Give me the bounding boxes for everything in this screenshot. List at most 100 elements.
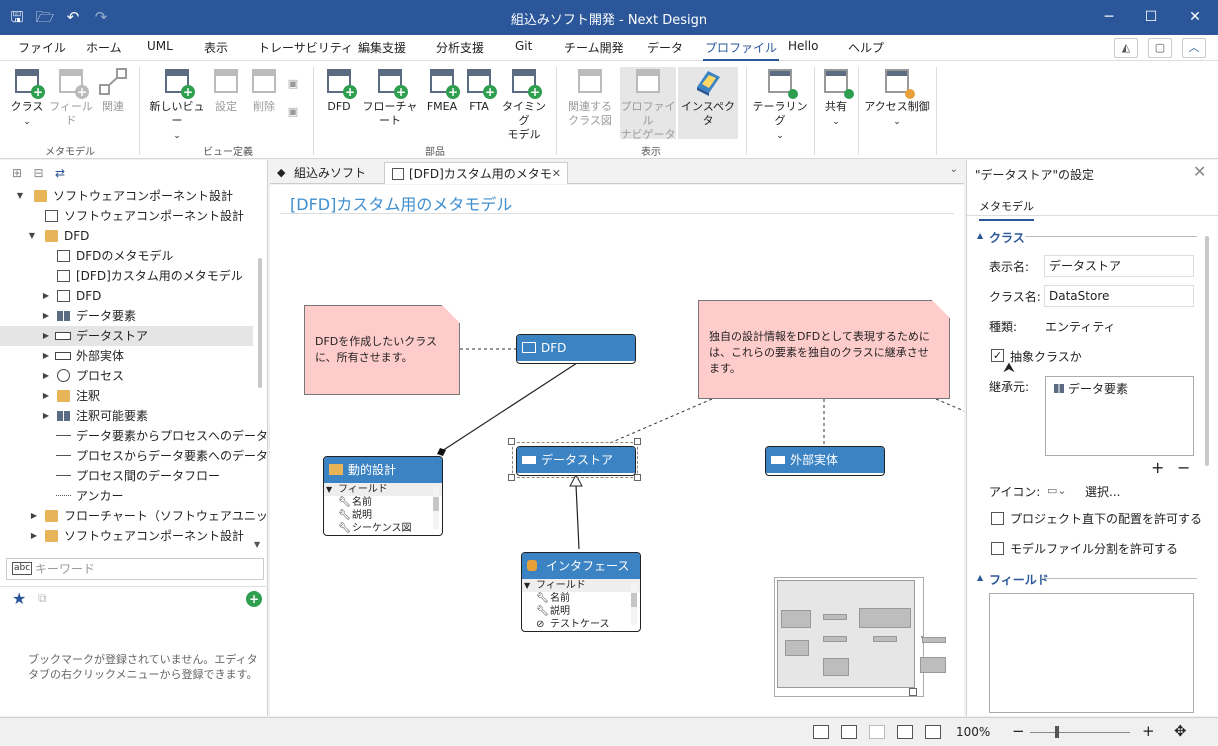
timing-model-button[interactable]: + タイミング モデル: [500, 67, 548, 142]
node-datastore[interactable]: データストア: [516, 446, 636, 476]
tree-item-flow-data-to-process[interactable]: データ要素からプロセスへのデータフロー: [0, 426, 304, 446]
tree-search-input[interactable]: abc キーワード: [6, 558, 264, 580]
field-item[interactable]: 🔧︎ シーケンス図: [324, 522, 442, 535]
tree-item-flow-process-to-data[interactable]: プロセスからデータ要素へのデータフロー: [0, 446, 304, 466]
tab-uml[interactable]: UML: [145, 39, 175, 53]
flat-view-icon[interactable]: ⊟: [34, 166, 44, 180]
layout-left-icon[interactable]: [813, 725, 829, 739]
select-icon-button[interactable]: 選択...: [1085, 483, 1120, 500]
tree-item-sw-component-diagram[interactable]: ソフトウェアコンポーネント設計: [0, 206, 253, 226]
inspector-button[interactable]: インスペクタ: [678, 67, 738, 139]
collapse-ribbon-icon[interactable]: ︿: [1182, 38, 1206, 58]
access-control-button[interactable]: + アクセス制御⌄: [864, 67, 930, 129]
maximize-button[interactable]: ☐: [1136, 5, 1166, 29]
account-icon[interactable]: ◭: [1114, 38, 1138, 58]
tab-hello[interactable]: Hello: [786, 39, 820, 53]
flowchart-part-button[interactable]: + フローチャート: [358, 67, 422, 128]
sync-icon[interactable]: ⇄: [55, 166, 65, 180]
tab-file[interactable]: ファイル: [16, 39, 68, 56]
collapse-class-icon[interactable]: ▲: [977, 231, 983, 240]
resize-handle[interactable]: [508, 474, 515, 481]
share-button[interactable]: + 共有⌄: [820, 67, 854, 129]
tab-data[interactable]: データ: [645, 39, 685, 56]
fta-part-button[interactable]: + FTA: [462, 67, 497, 114]
class-name-input[interactable]: DataStore: [1044, 285, 1194, 307]
field-compartment-header[interactable]: ▼ フィールド: [324, 483, 442, 496]
scroll-down-icon[interactable]: ▼: [254, 540, 260, 549]
tree-view-icon[interactable]: ⊞: [12, 166, 22, 180]
profile-navigator-button[interactable]: プロファイル ナビゲータ: [620, 67, 676, 141]
tree-item-process[interactable]: ▶ プロセス: [0, 366, 253, 386]
zoom-out-button[interactable]: −: [1012, 722, 1025, 740]
view-delete-button[interactable]: 削除: [248, 67, 280, 114]
node-interface-data[interactable]: インタフェースデータ ▼ フィールド 🔧︎ 名前 🔧︎ 説明 ⊘ テストケース: [521, 552, 641, 632]
add-bookmark-icon[interactable]: +: [246, 591, 262, 607]
diagram-canvas[interactable]: [DFD]カスタム用のメタモデル DFDを作成したいクラスに、所有させます。 独…: [270, 185, 964, 716]
resize-handle[interactable]: [508, 438, 515, 445]
tree-item-flowchart-folder[interactable]: ▶ フローチャート（ソフトウェアユニット設計）: [0, 506, 316, 526]
tree-item-data-element[interactable]: ▶ データ要素: [0, 306, 253, 326]
minimize-button[interactable]: ─: [1094, 5, 1124, 29]
field-button[interactable]: + フィールド: [48, 67, 94, 128]
tab-home[interactable]: ホーム: [84, 39, 124, 56]
field-item[interactable]: ⊘ テストケース: [522, 618, 640, 631]
remove-inherit-button[interactable]: −: [1177, 458, 1190, 477]
display-name-input[interactable]: データストア: [1044, 255, 1194, 277]
note-dfd-owner[interactable]: DFDを作成したいクラスに、所有させます。: [304, 305, 460, 395]
view-extra-icon[interactable]: ▣ ▣: [284, 77, 302, 119]
field-item[interactable]: 🔧︎ 名前: [324, 496, 442, 509]
tab-edit-support[interactable]: 編集支援: [356, 39, 408, 56]
inherit-list[interactable]: データ要素: [1045, 376, 1194, 456]
minimap[interactable]: [774, 577, 924, 697]
related-class-diagram-button[interactable]: 関連する クラス図: [564, 67, 616, 128]
tree-item-external-entity[interactable]: ▶ 外部実体: [0, 346, 253, 366]
view-settings-button[interactable]: 設定: [210, 67, 242, 114]
new-view-button[interactable]: + 新しいビュー ⌄: [148, 67, 206, 143]
allow-root-checkbox[interactable]: [991, 512, 1004, 525]
tree-item-datastore[interactable]: ▶ データストア: [0, 326, 253, 346]
note-inheritance[interactable]: 独自の設計情報をDFDとして表現するためには、これらの要素を独自のクラスに継承さ…: [698, 300, 950, 399]
tree-item-anchor[interactable]: アンカー: [0, 486, 253, 506]
fmea-part-button[interactable]: + FMEA: [424, 67, 460, 114]
node-dfd[interactable]: DFD: [516, 334, 636, 364]
node-external-entity[interactable]: 外部実体: [765, 446, 885, 476]
tree-item-sw-component-folder-2[interactable]: ▶ ソフトウェアコンポーネント設計: [0, 526, 253, 546]
inherit-list-item[interactable]: データ要素: [1054, 380, 1128, 397]
collapse-field-icon[interactable]: ▲: [977, 573, 983, 582]
zoom-in-button[interactable]: +: [1142, 722, 1155, 740]
tab-dfd-custom-metamodel[interactable]: [DFD]カスタム用のメタモデル✕: [384, 162, 568, 203]
star-icon[interactable]: ★: [12, 589, 26, 608]
layout-right-icon[interactable]: [869, 725, 885, 739]
field-item[interactable]: 🔧︎ 説明: [324, 509, 442, 522]
field-compartment-header[interactable]: ▼ フィールド: [522, 579, 640, 592]
icon-dropdown[interactable]: ▭⌄: [1047, 484, 1067, 497]
tree-item-dfd-folder[interactable]: ▼ DFD: [0, 226, 253, 246]
tree-item-dfd-custom-metamodel[interactable]: [DFD]カスタム用のメタモデル: [0, 266, 253, 286]
close-panel-icon[interactable]: ✕: [1193, 162, 1206, 181]
tab-metamodel[interactable]: メタモデル: [979, 198, 1034, 221]
resize-handle[interactable]: [634, 474, 641, 481]
tailoring-button[interactable]: + テーラリング⌄: [752, 67, 808, 143]
node-dynamic-design[interactable]: 動的設計 ▼ フィールド 🔧︎ 名前 🔧︎ 説明 🔧︎ シーケンス図: [323, 456, 443, 536]
close-tab-icon[interactable]: ✕: [552, 163, 561, 185]
close-button[interactable]: ✕: [1180, 5, 1210, 29]
minimap-resize-handle[interactable]: [909, 688, 917, 696]
field-item[interactable]: 🔧︎ 説明: [522, 605, 640, 618]
tree-item-flow-between-process[interactable]: プロセス間のデータフロー: [0, 466, 253, 486]
tab-list-dropdown-icon[interactable]: ⌄: [950, 164, 958, 175]
tab-profile[interactable]: プロファイル: [703, 39, 780, 61]
field-scrollbar[interactable]: [631, 583, 637, 625]
field-item[interactable]: 🔧︎ 名前: [522, 592, 640, 605]
tab-analysis[interactable]: 分析支援: [434, 39, 486, 56]
tree-scrollbar[interactable]: [258, 258, 262, 388]
tree-item-annotatable-element[interactable]: ▶ 注釈可能要素: [0, 406, 253, 426]
fit-view-icon[interactable]: [925, 725, 941, 739]
add-inherit-button[interactable]: +: [1151, 458, 1164, 477]
tab-team[interactable]: チーム開発: [562, 39, 626, 56]
bookmark-list-icon[interactable]: ⧉: [38, 591, 47, 606]
class-button[interactable]: + クラス ⌄: [10, 67, 45, 129]
tab-view[interactable]: 表示: [202, 39, 230, 56]
pan-icon[interactable]: ✥: [1174, 722, 1187, 740]
zoom-slider-thumb[interactable]: [1055, 726, 1059, 738]
field-list[interactable]: [989, 593, 1194, 713]
